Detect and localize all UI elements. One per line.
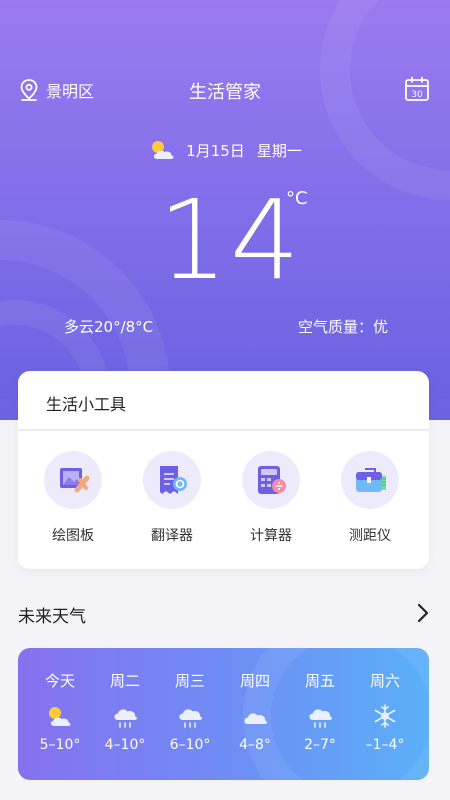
top-bar: 景明区 生活管家 30 [0, 74, 450, 106]
sun-cloud-icon [49, 707, 71, 726]
chevron-right-icon[interactable] [416, 602, 430, 624]
forecast-day: 今天 5–10° [28, 670, 92, 753]
day-name: 周四 [239, 672, 270, 690]
tool-calculator[interactable]: 计算器 [226, 451, 316, 545]
tool-drawing-board[interactable]: 绘图板 [28, 451, 118, 545]
forecast-day: 周五 2–7° [288, 670, 352, 753]
current-temperature: 14 [158, 176, 302, 304]
rain-icon [114, 709, 138, 728]
rain-icon [309, 709, 333, 728]
day-range: –1–4° [365, 737, 405, 753]
day-name: 周六 [369, 672, 400, 690]
divider [18, 429, 429, 431]
drawing-board-icon [60, 468, 90, 493]
day-range: 4–10° [104, 737, 146, 753]
day-range: 4–8° [239, 737, 271, 753]
rain-icon [179, 709, 203, 728]
sun-cloud-icon [152, 141, 174, 159]
tool-label: 测距仪 [349, 528, 391, 544]
day-name: 周五 [304, 672, 335, 690]
tool-icon-circle [242, 451, 300, 509]
day-range: 6–10° [169, 737, 211, 753]
calendar-icon[interactable]: 30 [404, 76, 430, 102]
day-range: 2–7° [304, 737, 336, 753]
tool-rangefinder[interactable]: 测距仪 [325, 451, 415, 545]
cloud-icon [244, 713, 268, 724]
forecast-day: 周四 4–8° [223, 670, 287, 753]
translator-icon [160, 466, 187, 494]
forecast-day: 周二 4–10° [93, 670, 157, 753]
forecast-card[interactable]: 今天 5–10° 周二 4–10° 周三 6–10° 周四 4–8° 周五 2–… [18, 648, 429, 780]
tools-card: 生活小工具 绘图板 翻译器 计算器 测距仪 [18, 371, 429, 569]
date-label: 1月15日 [186, 141, 245, 160]
calendar-day: 30 [411, 90, 423, 100]
tool-icon-circle [341, 451, 399, 509]
page-title: 生活管家 [189, 82, 261, 103]
date-row: 1月15日 星期一 [0, 138, 450, 162]
forecast-title: 未来天气 [18, 607, 86, 627]
tool-icon-circle [44, 451, 102, 509]
day-range: 5–10° [39, 737, 81, 753]
calculator-icon [258, 466, 286, 494]
tool-label: 计算器 [250, 528, 292, 544]
day-name: 今天 [44, 672, 75, 690]
rangefinder-icon [356, 468, 386, 492]
tool-label: 翻译器 [151, 528, 193, 544]
weekday-label: 星期一 [256, 141, 302, 160]
day-name: 周二 [109, 672, 140, 690]
tool-translator[interactable]: 翻译器 [127, 451, 217, 545]
tool-icon-circle [143, 451, 201, 509]
tools-title: 生活小工具 [46, 395, 127, 414]
snow-icon [374, 704, 396, 728]
condition-range: 多云20°/8°C [64, 318, 154, 336]
day-name: 周三 [174, 672, 205, 690]
air-quality: 空气质量：优 [297, 318, 388, 336]
tool-label: 绘图板 [52, 528, 94, 544]
forecast-day: 周三 6–10° [158, 670, 222, 753]
forecast-day: 周六 –1–4° [353, 670, 417, 753]
temperature-unit: °C [286, 188, 308, 209]
